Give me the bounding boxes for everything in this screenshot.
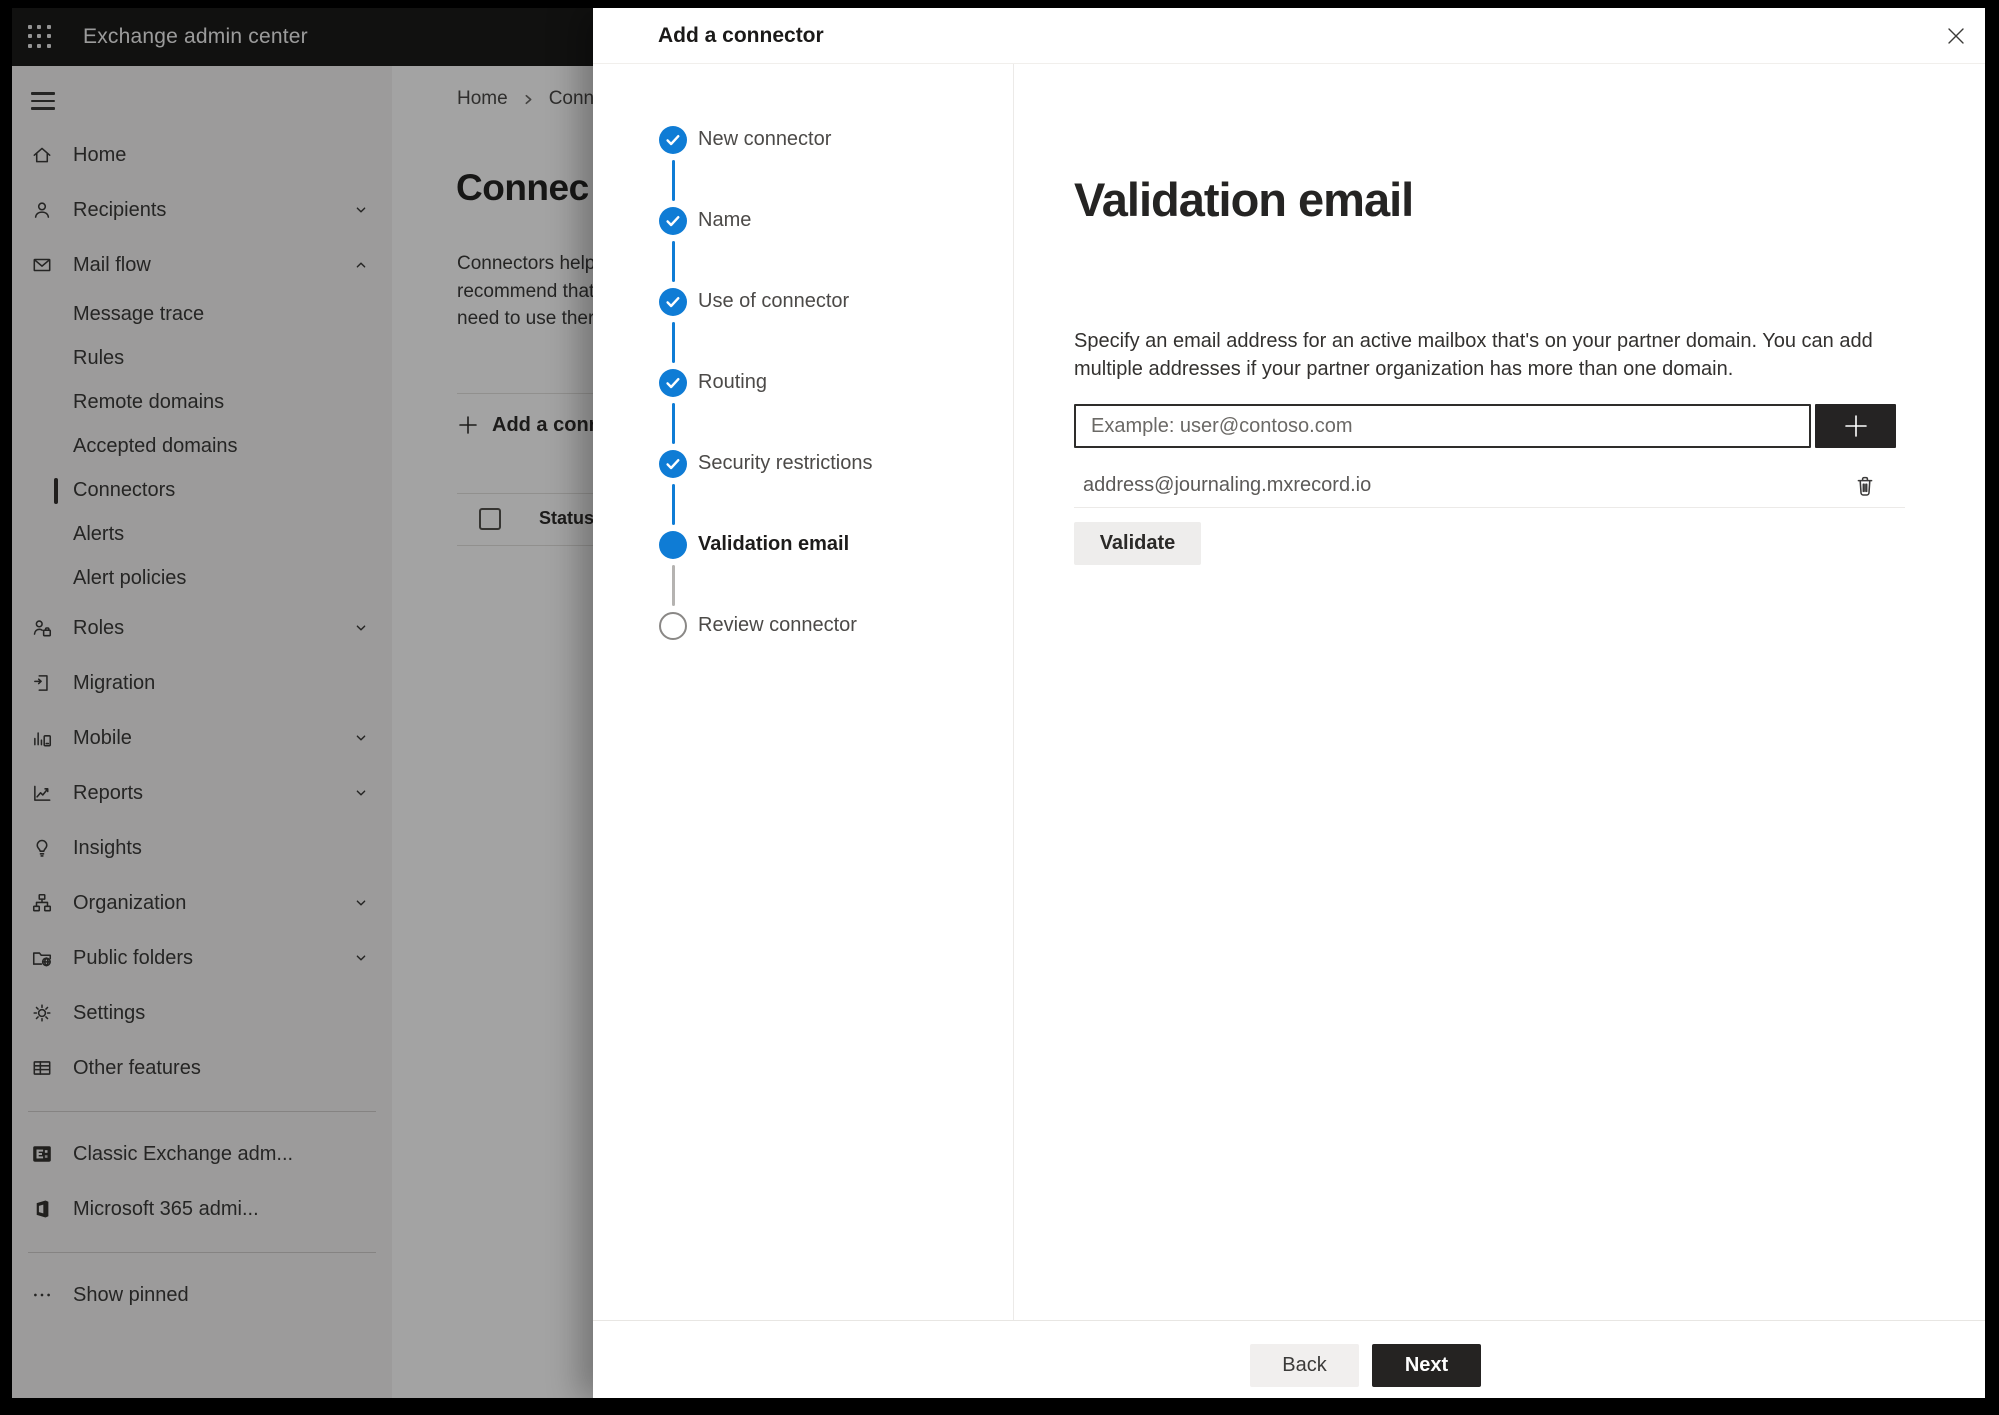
step-complete-icon	[659, 449, 687, 478]
wizard-step-routing[interactable]: Routing	[593, 342, 1013, 444]
email-input-row	[1074, 404, 1905, 448]
step-label: Review connector	[698, 614, 857, 636]
panel-title: Add a connector	[658, 23, 824, 47]
wizard-step-use-of-connector[interactable]: Use of connector	[593, 261, 1013, 363]
panel-header: Add a connector	[593, 8, 1985, 64]
validate-button[interactable]: Validate	[1074, 522, 1201, 565]
step-label: Validation email	[698, 533, 850, 555]
validation-email-content: Validation email Specify an email addres…	[1015, 64, 1985, 1320]
close-button[interactable]	[1942, 22, 1970, 50]
trash-icon	[1857, 476, 1873, 496]
content-description: Specify an email address for an active m…	[1074, 330, 1873, 380]
plus-icon	[1844, 415, 1867, 437]
wizard-step-new-connector[interactable]: New connector	[593, 99, 1013, 201]
modal-dim-overlay	[12, 8, 593, 1398]
step-label: Security restrictions	[698, 452, 873, 474]
email-list-item: address@journaling.mxrecord.io	[1074, 464, 1905, 508]
step-complete-icon	[659, 368, 687, 397]
email-address: address@journaling.mxrecord.io	[1083, 474, 1372, 496]
step-complete-icon	[659, 125, 687, 154]
add-connector-panel: Add a connector New connector Name Use o…	[593, 8, 1985, 1398]
validation-email-input[interactable]	[1074, 404, 1811, 448]
wizard-steps: New connector Name Use of connector Rout…	[593, 64, 1014, 1320]
add-email-button[interactable]	[1815, 404, 1896, 448]
wizard-step-review-connector[interactable]: Review connector	[593, 585, 1013, 666]
step-upcoming-icon	[659, 611, 687, 640]
step-current-icon	[659, 530, 687, 559]
next-button[interactable]: Next	[1372, 1344, 1481, 1387]
step-label: New connector	[698, 128, 832, 150]
exchange-admin-app: Exchange admin center Home Recipients Ma…	[12, 8, 1985, 1398]
step-label: Routing	[698, 371, 767, 393]
panel-footer: Back Next	[593, 1320, 1985, 1398]
back-button[interactable]: Back	[1250, 1344, 1359, 1387]
footer-buttons: Back Next	[1250, 1344, 1481, 1387]
delete-email-button[interactable]	[1853, 473, 1879, 499]
step-complete-icon	[659, 287, 687, 316]
content-heading: Validation email	[1074, 173, 1414, 226]
step-label: Use of connector	[698, 290, 850, 312]
wizard-step-security-restrictions[interactable]: Security restrictions	[593, 423, 1013, 525]
wizard-step-validation-email[interactable]: Validation email	[593, 504, 1013, 606]
wizard-step-name[interactable]: Name	[593, 180, 1013, 282]
step-complete-icon	[659, 206, 687, 235]
screenshot-frame: Exchange admin center Home Recipients Ma…	[0, 0, 1999, 1415]
step-label: Name	[698, 209, 752, 231]
close-icon	[1948, 28, 1964, 44]
